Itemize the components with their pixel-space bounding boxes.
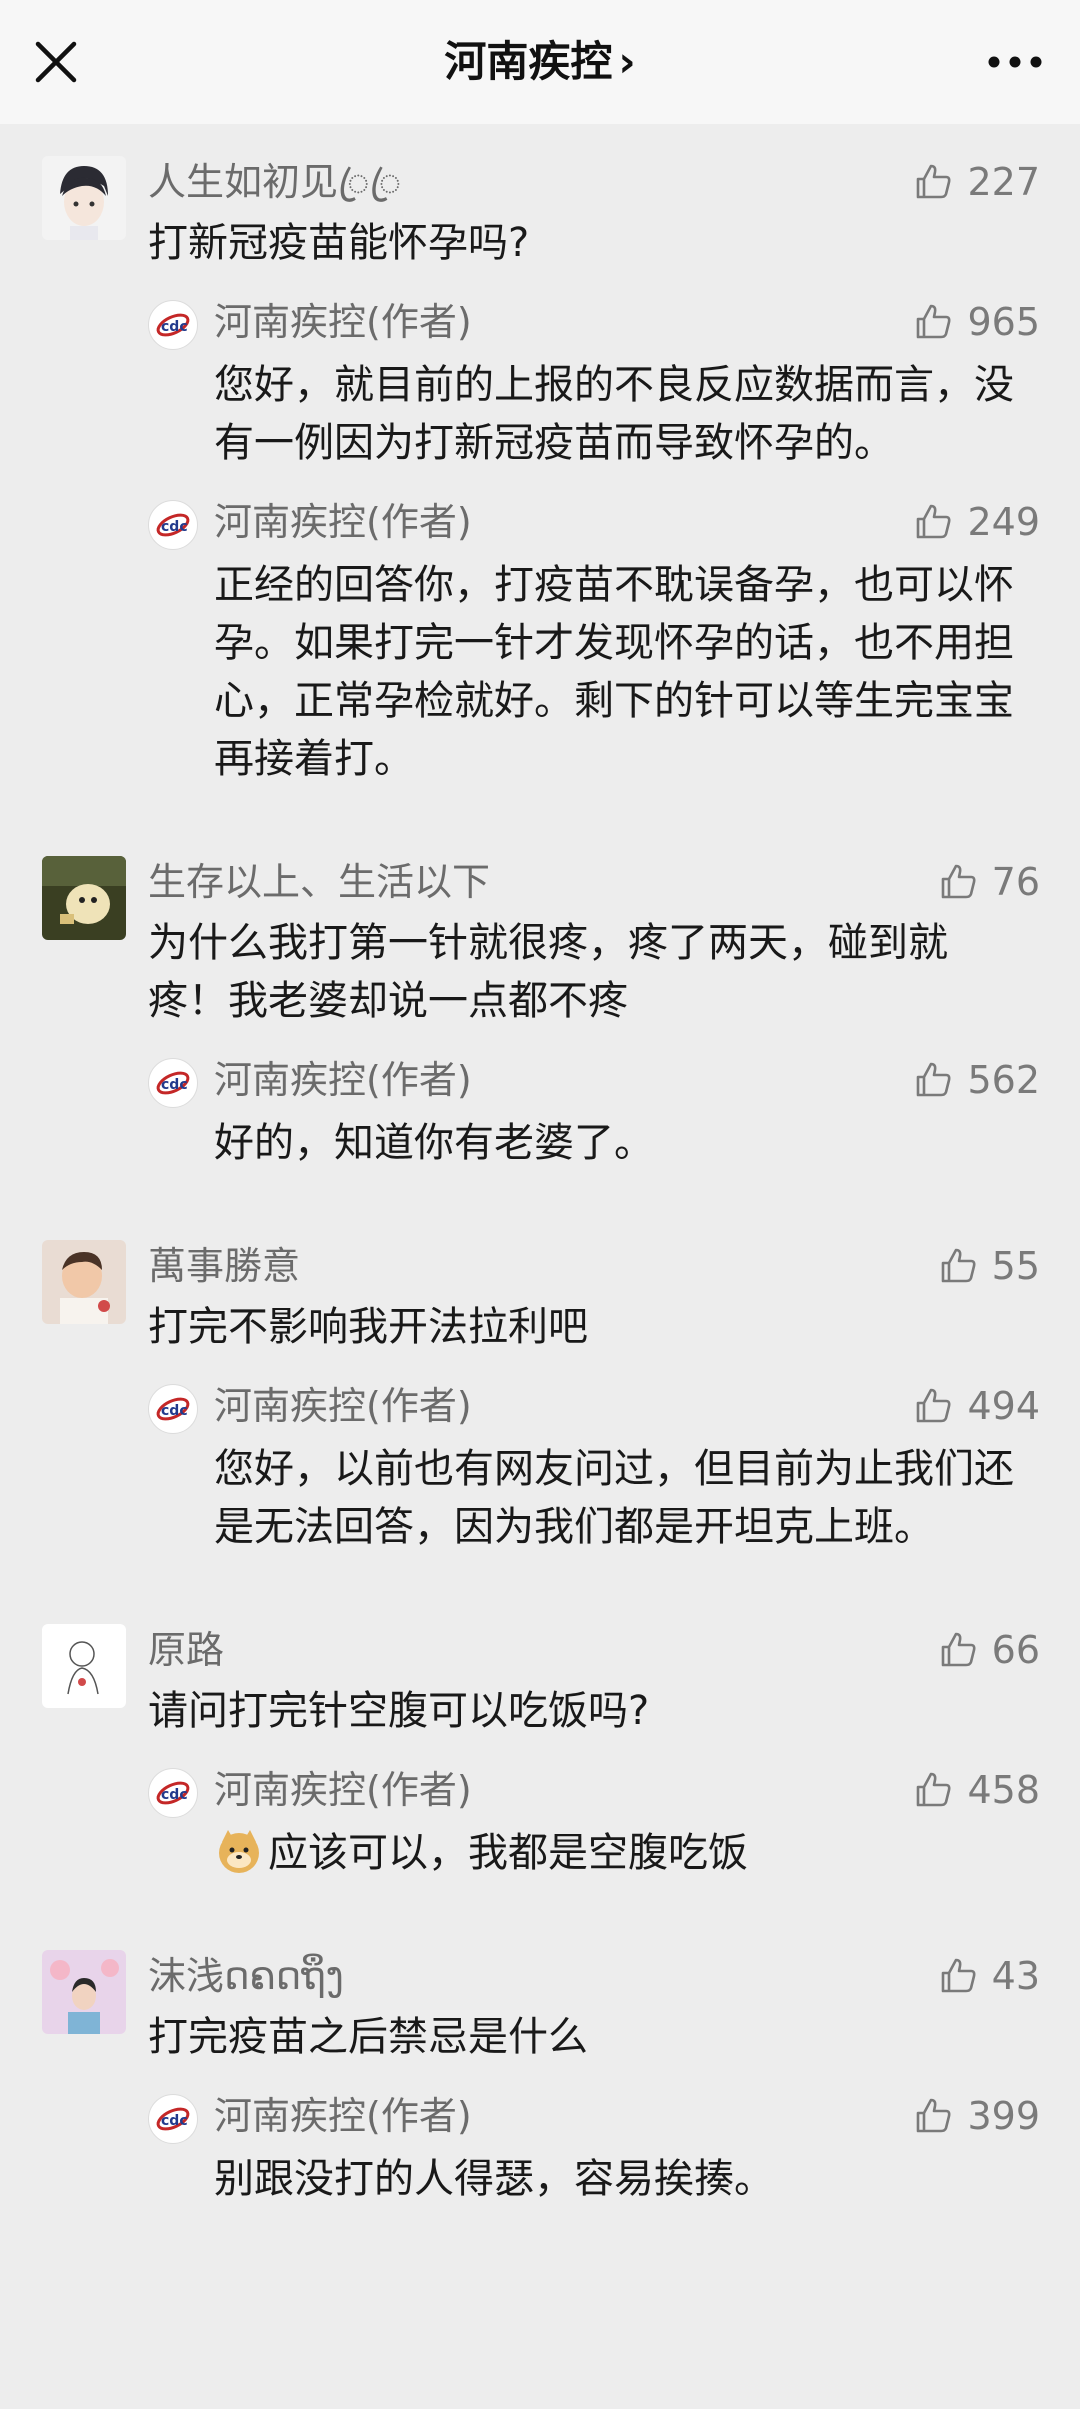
like-count: 494 [967,1384,1040,1428]
comment-text: 打完不影响我开法拉利吧 [148,1304,588,1350]
thumbs-up-icon [917,1772,951,1807]
thumbs-up-icon [941,1248,976,1283]
comment-text: 为什么我打第一针就很疼，疼了两天，碰到就疼！我老婆却说一点都不疼 [148,920,948,1024]
more-dots-icon [988,56,1042,68]
reply-text: 好的，知道你有老婆了。 [214,1120,654,1166]
reply-text: 正经的回答你，打疫苗不耽误备孕，也可以怀孕。如果打完一针才发现怀孕的话，也不用担… [214,562,1014,782]
reply-text: 您好，以前也有网友问过，但目前为止我们还是无法回答，因为我们都是开坦克上班。 [214,1446,1014,1550]
author-reply: cdc 河南疾控(作者) 399 别跟没打的人得瑟，容易挨揍。 [0,2090,1080,2208]
like-button[interactable]: 562 [913,1054,1040,1106]
page-title: 河南疾控 [444,37,613,86]
comment-item: 生存以上、生活以下 76 为什么我打第一针就很疼，疼了两天，碰到就疼！我老婆却说… [0,824,1080,1208]
chevron-right-icon: › [618,37,636,86]
comment-item: 沫浅ດຄດຖຶງ 43 打完疫苗之后禁忌是什么 cdc 河南疾控(作者) 399… [0,1918,1080,2244]
thumbs-up-icon [917,2098,951,2133]
author-reply: cdc 河南疾控(作者) 494 您好，以前也有网友问过，但目前为止我们还是无法… [0,1380,1080,1556]
account-title-link[interactable]: 河南疾控 › [0,0,1080,124]
reply-text: 您好，就目前的上报的不良反应数据而言，没有一例因为打新冠疫苗而导致怀孕的。 [214,362,1014,466]
comment-text: 打完疫苗之后禁忌是什么 [148,2014,588,2060]
author-reply: cdc 河南疾控(作者) 965 您好，就目前的上报的不良反应数据而言，没有一例… [0,296,1080,472]
like-count: 55 [991,1244,1040,1288]
top-bar: 河南疾控 › [0,0,1080,124]
thumbs-up-icon [941,864,976,899]
like-button[interactable]: 66 [938,1624,1040,1676]
author-reply: cdc 河南疾控(作者) 562 好的，知道你有老婆了。 [0,1054,1080,1172]
like-button[interactable]: 494 [913,1380,1040,1432]
like-button[interactable]: 55 [938,1240,1040,1292]
thumbs-up-icon [917,164,951,199]
like-count: 458 [967,1768,1040,1812]
like-count: 249 [967,500,1040,544]
like-count: 965 [967,300,1040,344]
comment-text: 请问打完针空腹可以吃饭吗? [148,1688,650,1734]
like-button[interactable]: 458 [913,1764,1040,1816]
like-count: 227 [967,160,1040,204]
author-reply: cdc 河南疾控(作者) 458 应该可以，我都是空腹吃饭 [0,1764,1080,1882]
like-count: 399 [967,2094,1040,2138]
thumbs-up-icon [917,504,951,539]
like-count: 76 [991,860,1040,904]
comment-item: 原路 66 请问打完针空腹可以吃饭吗? cdc 河南疾控(作者) 458 应该可… [0,1592,1080,1918]
thumbs-up-icon [917,304,951,339]
comment-list: 人生如初见ꦿ⁣ꦿ 227 打新冠疫苗能怀孕吗? cdc 河南疾控(作者) 965… [0,124,1080,2244]
comment-item: 萬事勝意 55 打完不影响我开法拉利吧 cdc 河南疾控(作者) 494 您好，… [0,1208,1080,1592]
like-button[interactable]: 227 [913,156,1040,208]
like-button[interactable]: 249 [913,496,1040,548]
like-count: 43 [991,1954,1040,1998]
like-count: 562 [967,1058,1040,1102]
comment-item: 人生如初见ꦿ⁣ꦿ 227 打新冠疫苗能怀孕吗? cdc 河南疾控(作者) 965… [0,124,1080,824]
thumbs-up-icon [941,1958,976,1993]
like-button[interactable]: 965 [913,296,1040,348]
like-button[interactable]: 76 [938,856,1040,908]
like-button[interactable]: 399 [913,2090,1040,2142]
like-button[interactable]: 43 [938,1950,1040,2002]
doge-emoji-icon [219,1830,259,1873]
reply-text-content: 应该可以，我都是空腹吃饭 [268,1830,748,1876]
author-reply: cdc 河南疾控(作者) 249 正经的回答你，打疫苗不耽误备孕，也可以怀孕。如… [0,496,1080,788]
reply-text: 应该可以，我都是空腹吃饭 [214,1824,1020,1882]
thumbs-up-icon [917,1388,951,1423]
like-count: 66 [991,1628,1040,1672]
thumbs-up-icon [941,1632,976,1667]
comment-text: 打新冠疫苗能怀孕吗? [148,220,530,266]
reply-text: 别跟没打的人得瑟，容易挨揍。 [214,2156,774,2202]
more-options-button[interactable] [980,40,1050,84]
thumbs-up-icon [917,1062,951,1097]
